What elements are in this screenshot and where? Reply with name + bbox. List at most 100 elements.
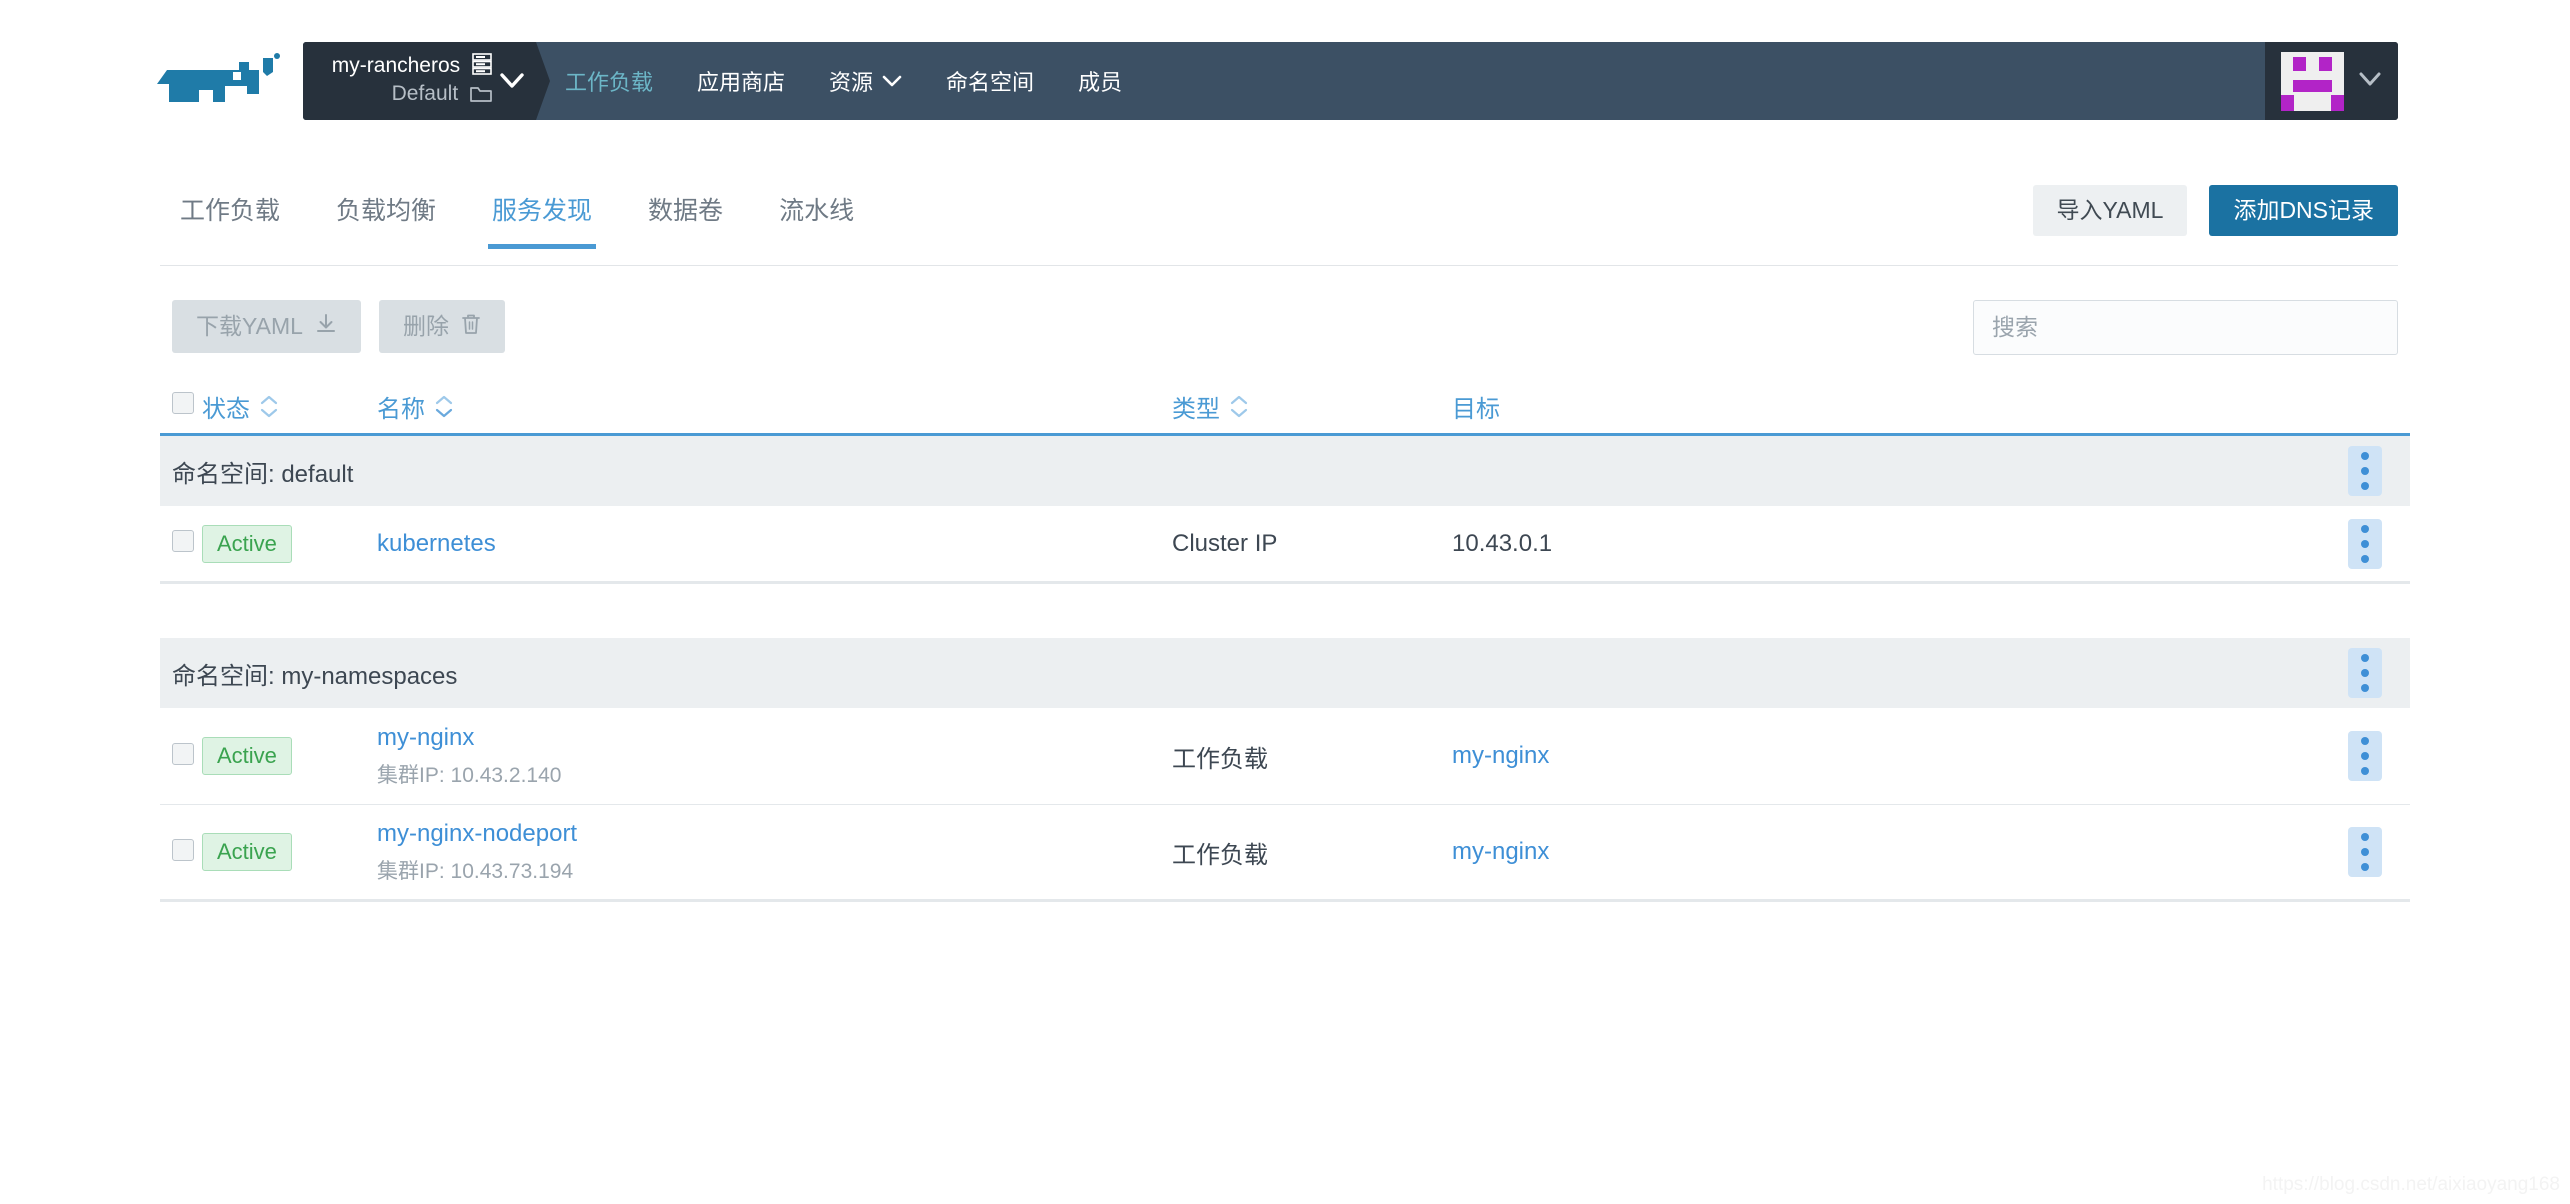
column-header-label: 类型 (1172, 396, 1220, 423)
row-state-cell: Active (202, 833, 377, 871)
nav-item-workloads[interactable]: 工作负载 (565, 65, 653, 97)
row-state-cell: Active (202, 737, 377, 775)
top-header: my-rancheros Default 工作负载 应用商店 资源 命名空间 成… (0, 0, 2570, 140)
row-menu-cell (2320, 827, 2410, 877)
namespace-group-label: 命名空间: default (172, 460, 354, 488)
main-navbar: my-rancheros Default 工作负载 应用商店 资源 命名空间 成… (303, 42, 2398, 120)
status-badge: Active (202, 524, 292, 563)
row-select-cell (160, 838, 202, 866)
column-header-label: 名称 (377, 396, 425, 423)
chevron-down-icon[interactable] (499, 70, 525, 92)
nav-item-app-store[interactable]: 应用商店 (697, 65, 785, 97)
group-actions-menu-button[interactable] (2348, 648, 2382, 698)
row-actions-menu-button[interactable] (2348, 827, 2382, 877)
group-actions-menu-button[interactable] (2348, 446, 2382, 496)
nav-item-label: 工作负载 (565, 70, 654, 95)
user-menu[interactable] (2265, 42, 2398, 120)
tab-label: 服务发现 (492, 197, 593, 225)
import-yaml-button[interactable]: 导入YAML (2032, 185, 2188, 237)
add-dns-record-button[interactable]: 添加DNS记录 (2209, 185, 2398, 237)
tab-workloads[interactable]: 工作负载 (172, 185, 308, 249)
avatar (2281, 51, 2344, 111)
table-row[interactable]: Active my-nginx-nodeport 集群IP: 10.43.73.… (160, 805, 2410, 902)
group-spacer (160, 584, 2410, 638)
column-header-type[interactable]: 类型 (1172, 389, 1452, 424)
row-select-cell (160, 530, 202, 557)
rancher-logo[interactable] (155, 50, 280, 105)
tab-volumes[interactable]: 数据卷 (620, 185, 751, 249)
folder-icon (470, 85, 492, 109)
status-badge: Active (202, 737, 292, 775)
target-workload-link[interactable]: my-nginx (1452, 742, 1549, 769)
chevron-down-icon (882, 68, 902, 94)
section-tabs: 工作负载 负载均衡 服务发现 数据卷 流水线 (172, 185, 882, 249)
selector-arrow-notch (536, 42, 550, 120)
nav-item-members[interactable]: 成员 (1078, 65, 1122, 97)
nav-item-label: 资源 (829, 70, 874, 95)
row-target-cell: my-nginx (1452, 838, 2320, 866)
select-all-checkbox[interactable] (172, 392, 194, 414)
namespace-group-header: 命名空间: my-namespaces (160, 638, 2410, 708)
row-target-cell: my-nginx (1452, 742, 2320, 770)
target-workload-link[interactable]: my-nginx (1452, 838, 1549, 865)
column-header-label: 状态 (202, 396, 250, 423)
service-name-link[interactable]: my-nginx-nodeport (377, 820, 577, 847)
delete-button[interactable]: 删除 (378, 300, 505, 354)
status-badge: Active (202, 833, 292, 871)
nav-item-resources[interactable]: 资源 (829, 65, 902, 97)
cluster-name-row: my-rancheros (317, 53, 492, 81)
nav-item-label: 成员 (1078, 70, 1123, 95)
delete-label: 删除 (402, 313, 449, 339)
row-type-cell: Cluster IP (1172, 529, 1278, 557)
cluster-project-selector[interactable]: my-rancheros Default (303, 42, 536, 120)
services-table: 状态 名称 类型 目标 命名空间: default Active kuberne… (160, 380, 2410, 902)
cluster-ip-subtitle: 集群IP: 10.43.2.140 (377, 763, 562, 787)
sort-icon (1230, 395, 1248, 418)
watermark: https://blog.csdn.net/aixiaoyang168 (2262, 1174, 2560, 1195)
group-menu-cell (2320, 648, 2410, 698)
nav-item-namespaces[interactable]: 命名空间 (946, 65, 1034, 97)
project-name: Default (391, 82, 459, 105)
tab-load-balancing[interactable]: 负载均衡 (308, 185, 464, 249)
tabs-divider (160, 265, 2398, 266)
row-checkbox[interactable] (172, 838, 194, 861)
table-row[interactable]: Active my-nginx 集群IP: 10.43.2.140 工作负载 m… (160, 708, 2410, 805)
row-state-cell: Active (202, 524, 377, 563)
row-name-cell: my-nginx-nodeport 集群IP: 10.43.73.194 (377, 820, 1172, 885)
section-tabs-bar: 工作负载 负载均衡 服务发现 数据卷 流水线 导入YAML 添加DNS记录 (0, 185, 2570, 270)
bulk-actions-toolbar: 下载YAML 删除 (172, 300, 505, 354)
server-icon (472, 53, 492, 81)
nav-item-label: 命名空间 (946, 70, 1035, 95)
column-header-state[interactable]: 状态 (202, 389, 377, 424)
column-header-name[interactable]: 名称 (377, 389, 1172, 424)
row-select-cell (160, 742, 202, 770)
row-name-cell: kubernetes (377, 530, 1172, 558)
primary-nav: 工作负载 应用商店 资源 命名空间 成员 (565, 42, 1122, 120)
column-header-target[interactable]: 目标 (1452, 389, 2320, 424)
service-name-link[interactable]: my-nginx (377, 724, 474, 751)
sort-icon (260, 395, 278, 418)
download-icon (315, 313, 337, 340)
row-target-cell: 10.43.0.1 (1452, 529, 1553, 557)
sort-icon (435, 395, 453, 418)
trash-icon (461, 313, 481, 340)
tab-service-discovery[interactable]: 服务发现 (464, 185, 620, 249)
tab-label: 工作负载 (180, 197, 281, 225)
row-name-cell: my-nginx 集群IP: 10.43.2.140 (377, 724, 1172, 789)
nav-item-label: 应用商店 (697, 70, 786, 95)
search-input[interactable] (1973, 300, 2398, 355)
chevron-down-icon[interactable] (2358, 71, 2382, 92)
cluster-ip-subtitle: 集群IP: 10.43.73.194 (377, 859, 574, 883)
service-name-link[interactable]: kubernetes (377, 530, 496, 557)
row-type-cell: 工作负载 (1172, 841, 1268, 869)
select-all-cell (160, 392, 202, 421)
table-row[interactable]: Active kubernetes Cluster IP 10.43.0.1 (160, 506, 2410, 584)
row-checkbox[interactable] (172, 530, 194, 552)
download-yaml-label: 下载YAML (196, 313, 303, 339)
row-checkbox[interactable] (172, 742, 194, 765)
download-yaml-button[interactable]: 下载YAML (172, 300, 361, 354)
row-actions-menu-button[interactable] (2348, 731, 2382, 781)
row-menu-cell (2320, 731, 2410, 781)
row-actions-menu-button[interactable] (2348, 518, 2382, 569)
tab-pipelines[interactable]: 流水线 (751, 185, 882, 249)
